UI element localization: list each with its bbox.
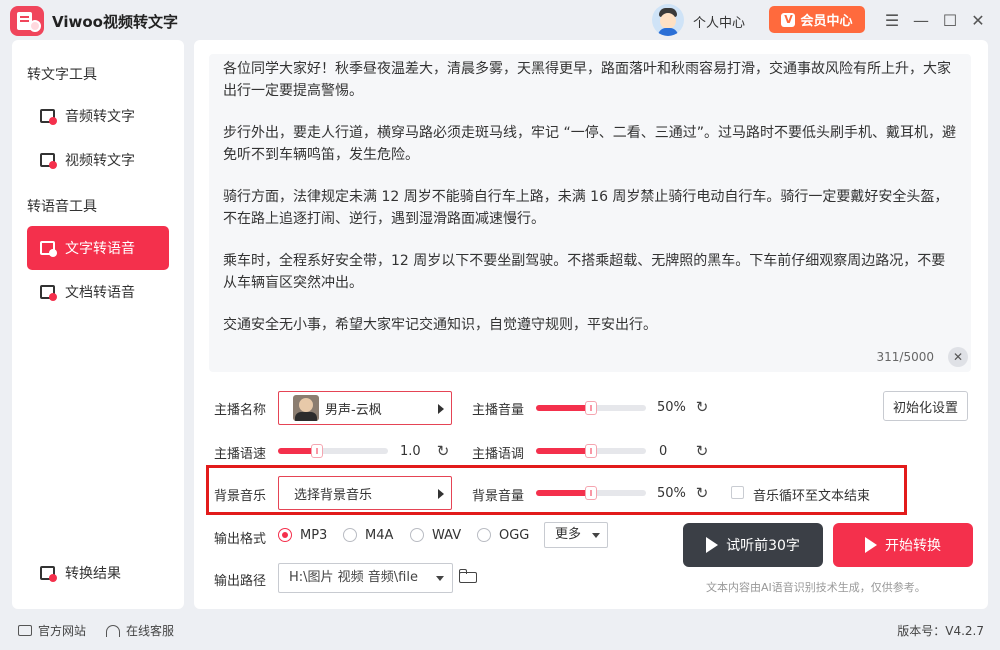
- title-bar: Viwoo视频转文字 个人中心 V 会员中心 ☰ — ☐ ✕: [0, 0, 1000, 40]
- format-option[interactable]: WAV: [432, 528, 461, 543]
- anchor-label: 主播名称: [214, 403, 267, 418]
- start-convert-button[interactable]: 开始转换: [833, 523, 973, 567]
- official-website-link[interactable]: 官方网站: [18, 622, 86, 639]
- menu-icon[interactable]: ☰: [882, 10, 902, 30]
- pitch-label: 主播语调: [472, 447, 525, 462]
- output-path-value: H:\图片 视频 音频\file: [289, 570, 418, 585]
- sidebar-item-text-to-speech[interactable]: 文字转语音: [27, 226, 169, 270]
- speed-value: 1.0: [400, 444, 421, 459]
- sidebar: 转文字工具 音频转文字 视频转文字 转语音工具 文字转语音 文档转语音 转换结果: [12, 40, 184, 609]
- sidebar-item-label: 文档转语音: [65, 285, 135, 301]
- maximize-icon[interactable]: ☐: [940, 10, 960, 30]
- audio-file-icon: [39, 107, 57, 125]
- version-text: 版本号：V4.2.7: [897, 624, 984, 638]
- text-input-area[interactable]: 各位同学大家好！秋季昼夜温差大，清晨多雾，天黑得更早，路面落叶和秋雨容易打滑，交…: [209, 54, 971, 372]
- vip-center-button[interactable]: V 会员中心: [769, 6, 865, 33]
- start-label: 开始转换: [885, 538, 941, 554]
- slider-fill: [536, 405, 591, 411]
- reset-pitch-icon[interactable]: ↻: [694, 443, 710, 459]
- speed-label: 主播语速: [214, 447, 267, 462]
- website-label: 官方网站: [38, 624, 87, 638]
- speed-slider[interactable]: [278, 444, 388, 458]
- anchor-select[interactable]: 男声-云枫: [278, 391, 452, 425]
- anchor-volume-value: 50%: [657, 400, 686, 415]
- sidebar-item-label: 转换结果: [65, 566, 121, 582]
- radio-m4a[interactable]: [343, 528, 357, 542]
- sidebar-item-label: 视频转文字: [65, 153, 135, 169]
- reset-speed-icon[interactable]: ↻: [435, 443, 451, 459]
- play-icon: [706, 537, 719, 553]
- play-icon: [865, 537, 877, 553]
- more-label: 更多: [555, 527, 582, 542]
- chevron-down-icon: [436, 576, 444, 581]
- chevron-down-icon: [592, 533, 600, 538]
- app-logo-icon: [10, 6, 44, 36]
- minimize-icon[interactable]: —: [911, 10, 931, 30]
- path-label: 输出路径: [214, 574, 267, 589]
- preview-label: 试听前30字: [726, 538, 800, 554]
- format-label: 输出格式: [214, 532, 267, 547]
- sidebar-item-label: 音频转文字: [65, 109, 135, 125]
- vip-icon: V: [781, 12, 796, 27]
- sidebar-item-video-to-text[interactable]: 视频转文字: [27, 138, 169, 182]
- format-option[interactable]: MP3: [300, 528, 327, 543]
- init-settings-button[interactable]: 初始化设置: [883, 391, 968, 421]
- document-icon: [39, 283, 57, 301]
- monitor-icon: [18, 625, 32, 636]
- radio-mp3[interactable]: [278, 528, 292, 542]
- clear-text-icon[interactable]: ✕: [948, 347, 968, 367]
- highlight-frame: [206, 465, 907, 515]
- sidebar-section-tts: 转语音工具: [27, 199, 97, 215]
- headset-icon: [106, 624, 120, 637]
- paragraph: 乘车时，全程系好安全带，12 周岁以下不要坐副驾驶。不搭乘超载、无牌照的黑车。下…: [223, 253, 946, 291]
- format-option[interactable]: OGG: [499, 528, 529, 543]
- output-path-select[interactable]: H:\图片 视频 音频\file: [278, 563, 453, 593]
- anchor-value: 男声-云枫: [325, 402, 382, 418]
- more-formats-dropdown[interactable]: 更多: [544, 522, 608, 548]
- reset-anchor-volume-icon[interactable]: ↻: [694, 399, 710, 415]
- anchor-volume-slider[interactable]: [536, 401, 646, 415]
- voice-avatar: [293, 395, 319, 421]
- app-title: Viwoo视频转文字: [52, 13, 178, 31]
- anchor-volume-label: 主播音量: [472, 403, 525, 418]
- pitch-value: 0: [659, 444, 668, 459]
- sidebar-item-doc-to-speech[interactable]: 文档转语音: [27, 270, 169, 314]
- caret-right-icon: [438, 404, 444, 414]
- text-to-speech-icon: [39, 239, 57, 257]
- char-counter: 311/5000: [876, 350, 935, 364]
- sidebar-section-transcribe: 转文字工具: [27, 67, 97, 83]
- user-avatar[interactable]: [652, 4, 684, 36]
- folder-icon[interactable]: [459, 569, 477, 583]
- sidebar-item-results[interactable]: 转换结果: [27, 551, 169, 595]
- paragraph: 交通安全无小事，希望大家牢记交通知识，自觉遵守规则，平安出行。: [223, 317, 657, 333]
- format-option[interactable]: M4A: [365, 528, 393, 543]
- paragraph: 步行外出，要走人行道，横穿马路必须走斑马线，牢记 “一停、二看、三通过”。过马路…: [223, 125, 956, 163]
- pitch-slider[interactable]: [536, 444, 646, 458]
- user-center-link[interactable]: 个人中心: [693, 12, 745, 31]
- paragraph: 各位同学大家好！秋季昼夜温差大，清晨多雾，天黑得更早，路面落叶和秋雨容易打滑，交…: [223, 61, 951, 99]
- vip-center-label: 会员中心: [800, 14, 853, 29]
- results-icon: [39, 564, 57, 582]
- video-file-icon: [39, 151, 57, 169]
- paragraph: 骑行方面，法律规定未满 12 周岁不能骑自行车上路，未满 16 周岁禁止骑行电动…: [223, 189, 949, 227]
- preview-button[interactable]: 试听前30字: [683, 523, 823, 567]
- close-icon[interactable]: ✕: [968, 10, 988, 30]
- slider-thumb[interactable]: [585, 401, 597, 415]
- radio-wav[interactable]: [410, 528, 424, 542]
- online-support-link[interactable]: 在线客服: [106, 622, 174, 639]
- slider-thumb[interactable]: [310, 444, 323, 458]
- slider-fill: [536, 448, 591, 454]
- slider-thumb[interactable]: [585, 444, 597, 458]
- sidebar-item-audio-to-text[interactable]: 音频转文字: [27, 94, 169, 138]
- radio-ogg[interactable]: [477, 528, 491, 542]
- sidebar-item-label: 文字转语音: [65, 241, 135, 257]
- support-label: 在线客服: [126, 624, 175, 638]
- disclaimer-text: 文本内容由AI语音识别技术生成，仅供参考。: [706, 581, 926, 594]
